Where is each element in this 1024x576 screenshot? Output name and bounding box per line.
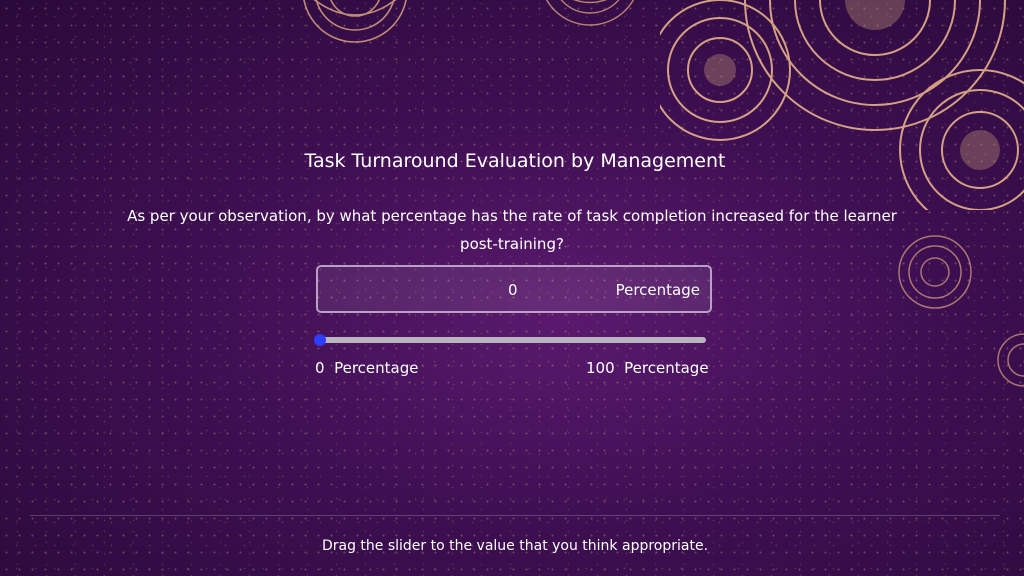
slider-value-field[interactable]: 0 Percentage xyxy=(316,265,712,313)
slider-max-label: 100 Percentage xyxy=(586,359,709,377)
slider-value-unit: Percentage xyxy=(615,281,700,299)
page-title: Task Turnaround Evaluation by Management xyxy=(304,150,726,172)
instruction-text: Drag the slider to the value that you th… xyxy=(321,538,709,554)
question-text: As per your observation, by what percent… xyxy=(127,207,897,253)
slider-value: 0 xyxy=(508,281,518,299)
footer-divider xyxy=(30,515,1000,516)
percentage-slider-thumb[interactable] xyxy=(314,334,326,346)
slider-min-label: 0 Percentage xyxy=(315,359,419,377)
percentage-slider-track[interactable] xyxy=(314,334,706,346)
question-card: Task Turnaround Evaluation by Management… xyxy=(0,0,1024,576)
